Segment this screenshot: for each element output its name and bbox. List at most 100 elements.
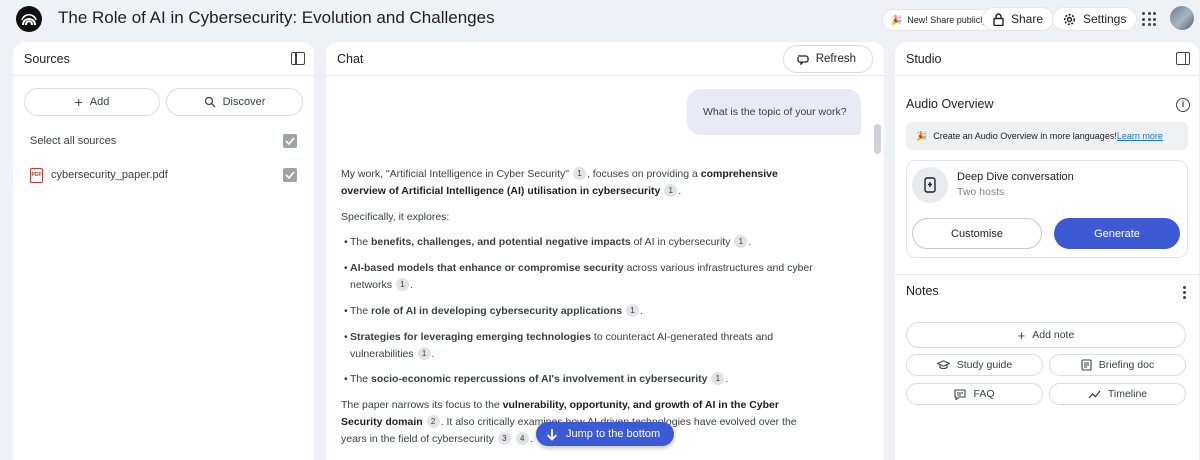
generate-button[interactable]: Generate — [1054, 218, 1180, 249]
citation-chip[interactable]: 1 — [734, 235, 748, 248]
response-bullet: The benefits, challenges, and potential … — [344, 234, 820, 251]
info-icon[interactable]: i — [1176, 98, 1190, 112]
bullet-text: The — [350, 236, 372, 248]
party-icon: 🎉 — [916, 130, 928, 141]
settings-label: Settings — [1083, 12, 1127, 26]
pdf-icon: PDF — [30, 167, 43, 183]
discover-button[interactable]: Discover — [166, 88, 303, 116]
timeline-icon — [1088, 390, 1101, 398]
studio-header: Studio — [895, 42, 1199, 76]
response-text: . — [678, 185, 682, 197]
response-text: . — [529, 433, 533, 445]
citation-chip[interactable]: 1 — [664, 184, 678, 197]
sources-title: Sources — [24, 51, 70, 66]
select-all-label: Select all sources — [30, 135, 117, 147]
share-publicly-badge[interactable]: 🎉 New! Share publicly — [882, 9, 996, 31]
audio-file-icon — [912, 167, 948, 203]
citation-chip[interactable]: 3 — [497, 432, 511, 445]
share-button[interactable]: Share — [982, 7, 1055, 31]
deep-dive-title: Deep Dive conversation — [957, 171, 1074, 183]
faq-button[interactable]: FAQ — [906, 383, 1043, 405]
sources-panel: Sources + Add Discover Select all source… — [13, 42, 314, 460]
studio-panel: Studio Audio Overview i 🎉 Create an Audi… — [895, 42, 1199, 460]
response-paragraph-1: My work, "Artificial Intelligence in Cyb… — [341, 166, 816, 200]
generate-label: Generate — [1094, 227, 1140, 240]
response-paragraph-2: Specifically, it explores: — [341, 211, 450, 223]
lock-icon — [993, 12, 1004, 26]
audio-overview-title: Audio Overview — [906, 97, 994, 111]
response-text: My work, "Artificial Intelligence in Cyb… — [341, 168, 570, 180]
arrow-down-icon — [546, 428, 558, 441]
citation-chip[interactable]: 1 — [395, 278, 409, 291]
timeline-button[interactable]: Timeline — [1049, 383, 1186, 405]
citation-chip[interactable]: 1 — [572, 167, 586, 180]
collapse-panel-icon[interactable] — [291, 52, 305, 65]
briefing-doc-button[interactable]: Briefing doc — [1049, 354, 1186, 376]
faq-chat-icon — [954, 388, 967, 400]
discover-label: Discover — [222, 96, 266, 108]
bullet-bold-text: socio-economic repercussions of AI's inv… — [371, 373, 708, 385]
apps-grid-icon[interactable] — [1142, 12, 1156, 26]
top-bar: The Role of AI in Cybersecurity: Evoluti… — [0, 0, 1200, 38]
chat-header: Chat Refresh — [326, 42, 884, 76]
select-all-row[interactable]: Select all sources — [30, 131, 297, 151]
user-message-text: What is the topic of your work? — [703, 106, 847, 118]
notebooklm-logo-icon[interactable] — [16, 6, 42, 32]
refresh-button[interactable]: Refresh — [782, 45, 873, 73]
add-note-label: Add note — [1032, 329, 1075, 341]
jump-to-bottom-label: Jump to the bottom — [566, 428, 661, 440]
study-guide-button[interactable]: Study guide — [906, 354, 1043, 376]
add-source-button[interactable]: + Add — [24, 88, 160, 116]
study-guide-label: Study guide — [956, 359, 1013, 371]
bullet-text: The — [350, 305, 372, 317]
avatar[interactable] — [1170, 6, 1194, 30]
graduation-cap-icon — [936, 360, 950, 370]
chat-scrollbar[interactable] — [874, 124, 881, 154]
more-options-icon[interactable] — [1183, 286, 1186, 299]
chat-title: Chat — [337, 51, 364, 66]
citation-chip[interactable]: 1 — [626, 304, 640, 317]
user-message-bubble: What is the topic of your work? — [687, 89, 861, 135]
select-all-checkbox[interactable] — [283, 134, 297, 148]
plus-icon: + — [74, 94, 83, 110]
refresh-label: Refresh — [815, 53, 856, 65]
response-text: , focuses on providing a — [586, 168, 701, 180]
briefing-doc-label: Briefing doc — [1098, 359, 1155, 371]
gear-icon — [1063, 13, 1076, 25]
jump-to-bottom-button[interactable]: Jump to the bottom — [536, 422, 675, 446]
share-label: Share — [1011, 12, 1044, 26]
share-publicly-label: New! Share publicly — [907, 15, 987, 25]
response-bullet: AI-based models that enhance or compromi… — [344, 260, 820, 294]
bullet-text: The — [350, 373, 372, 385]
deep-dive-subtitle: Two hosts — [957, 186, 1005, 198]
citation-chip[interactable]: 2 — [426, 415, 440, 428]
refresh-icon — [797, 55, 809, 65]
customise-label: Customise — [951, 227, 1003, 240]
citation-chip[interactable]: 4 — [515, 432, 529, 445]
citation-chip[interactable]: 1 — [711, 372, 725, 385]
studio-title: Studio — [906, 51, 942, 66]
response-bullet: The role of AI in developing cybersecuri… — [344, 303, 820, 320]
response-bullet: Strategies for leveraging emerging techn… — [344, 329, 820, 363]
response-bullet: The socio-economic repercussions of AI's… — [344, 371, 820, 388]
citation-chip[interactable]: 1 — [417, 347, 431, 360]
deep-dive-card: Deep Dive conversation Two hosts Customi… — [906, 160, 1188, 258]
add-source-label: Add — [89, 96, 110, 108]
add-note-button[interactable]: + Add note — [906, 322, 1186, 348]
collapse-panel-icon[interactable] — [1176, 52, 1190, 65]
section-divider — [895, 274, 1199, 275]
discover-search-icon — [204, 96, 216, 108]
customise-button[interactable]: Customise — [912, 218, 1042, 249]
source-item[interactable]: PDF cybersecurity_paper.pdf — [30, 165, 297, 185]
audio-language-banner: 🎉 Create an Audio Overview in more langu… — [906, 122, 1188, 150]
faq-label: FAQ — [973, 388, 995, 400]
timeline-label: Timeline — [1107, 388, 1148, 400]
source-checkbox[interactable] — [283, 168, 297, 182]
learn-more-link[interactable]: Learn more — [1117, 131, 1163, 141]
bullet-bold-text: AI-based models that enhance or compromi… — [350, 262, 624, 274]
notebook-title[interactable]: The Role of AI in Cybersecurity: Evoluti… — [58, 8, 495, 28]
party-icon: 🎉 — [891, 14, 903, 25]
plus-icon: + — [1017, 327, 1026, 343]
bullet-bold-text: role of AI in developing cybersecurity a… — [371, 305, 623, 317]
settings-button[interactable]: Settings — [1052, 7, 1138, 31]
